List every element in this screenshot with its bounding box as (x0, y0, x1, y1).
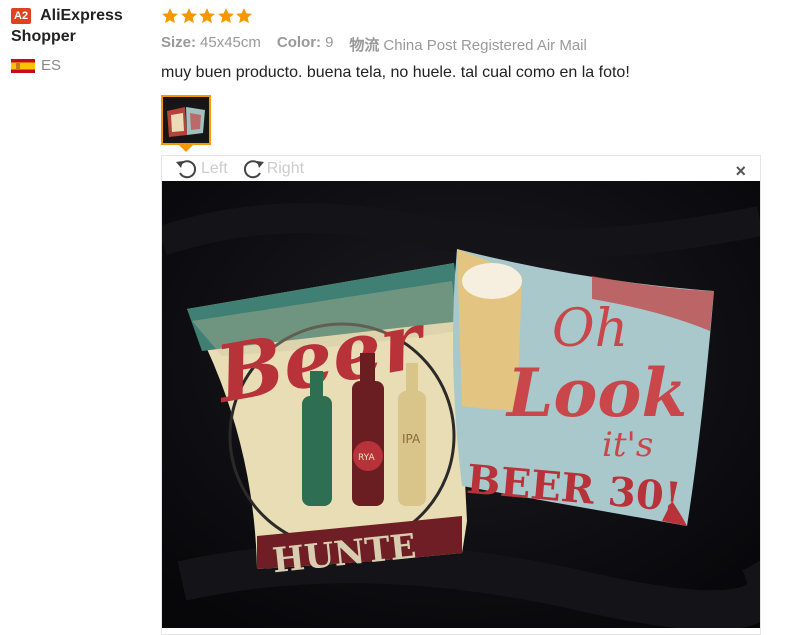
shipping-value: China Post Registered Air Mail (383, 37, 587, 54)
right-pillow-line3: it's (602, 425, 653, 465)
review-content: Size: 45x45cm Color: 9 物流 China Post Regist… (161, 5, 761, 82)
right-pillow: Oh Look it's BEER 30! (453, 249, 714, 526)
rotate-right-label: Right (266, 159, 305, 177)
star-icon (162, 8, 178, 24)
pillows-photo: Beer RYA IPA HUNTE Oh Look it's BEER 30! (162, 181, 760, 628)
reviewer-name-row: A2 AliExpress (11, 6, 151, 26)
rotate-left-button[interactable]: Left (174, 158, 228, 180)
spain-flag-icon (11, 58, 35, 73)
reviewer-name: AliExpress (40, 7, 123, 24)
review-photo-thumbnail[interactable] (161, 95, 211, 145)
reviewer-info: A2 AliExpress Shopper ES (11, 6, 151, 74)
star-icon (217, 8, 234, 24)
reviewer-country: ES (11, 57, 151, 74)
color-info: Color: 9 (277, 34, 334, 55)
right-pillow-line1: Oh (552, 299, 628, 359)
review-photo-large: Beer RYA IPA HUNTE Oh Look it's BEER 30! (162, 181, 760, 628)
review-text: muy buen producto. buena tela, no huele.… (161, 64, 630, 81)
close-button[interactable]: × (735, 161, 746, 182)
size-info: Size: 45x45cm (161, 34, 261, 55)
color-label: Color: (276, 34, 322, 51)
star-icon (180, 8, 197, 24)
review-meta: Size: 45x45cm Color: 9 物流 China Post Regist… (161, 34, 761, 55)
right-pillow-line2: Look (505, 354, 687, 432)
image-viewer: Left Right × Beer RYA IPA HUNTE Oh Look … (161, 155, 761, 635)
reviewer-name-line2: Shopper (11, 28, 76, 45)
thumbnail-image (163, 97, 209, 143)
reviewer-level-badge: A2 (11, 8, 32, 24)
star-icon (199, 8, 215, 24)
shipping-label: 物流 (349, 37, 380, 54)
country-code: ES (41, 57, 62, 74)
star-rating (161, 5, 761, 27)
rotate-right-icon (243, 159, 264, 178)
ipa-bottle-label: IPA (402, 432, 421, 446)
rotate-right-button[interactable]: Right (240, 158, 304, 180)
rotate-left-label: Left (201, 159, 228, 177)
red-bottle-label: RYA (358, 453, 375, 463)
star-icon (236, 8, 252, 24)
rotate-left-icon (176, 159, 197, 178)
size-label: Size: (161, 34, 197, 51)
color-value: 9 (325, 34, 334, 51)
viewer-toolbar: Left Right × (162, 156, 760, 181)
size-value: 45x45cm (200, 34, 261, 51)
thumbnail-selected-indicator (179, 145, 193, 152)
shipping-info: 物流 China Post Registered Air Mail (349, 34, 586, 55)
